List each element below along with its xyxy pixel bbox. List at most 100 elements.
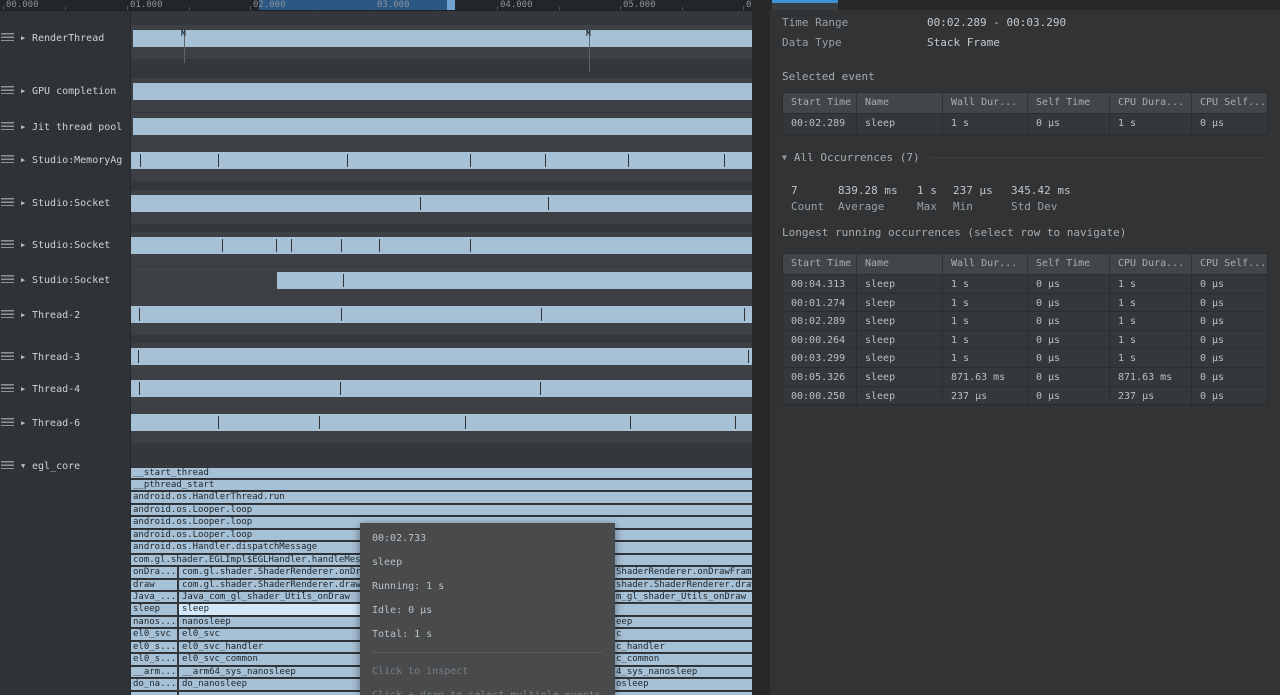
flame-frame[interactable]	[615, 691, 752, 695]
flame-frame[interactable]: ShaderRenderer.onDrawFrame	[615, 567, 752, 579]
table-row[interactable]: 00:03.299 sleep 1 s0 µs 1 s0 µs	[783, 348, 1267, 367]
expand-arrow-icon[interactable]: ▶	[21, 34, 30, 42]
thread-row-thread-6[interactable]: ▶ Thread-6	[0, 415, 130, 431]
table-row[interactable]: 00:02.289 sleep 1 s0 µs 1 s0 µs	[783, 113, 1267, 134]
flame-frame[interactable]: eep	[615, 616, 752, 629]
selection-handle[interactable]	[447, 0, 455, 10]
expand-arrow-icon[interactable]: ▶	[21, 156, 30, 164]
thread-row-studio-socket[interactable]: ▶ Studio:Socket	[0, 195, 130, 211]
expand-arrow-icon[interactable]: ▶	[21, 87, 30, 95]
flame-frame[interactable]: __arm...	[130, 666, 177, 679]
column-header[interactable]: CPU Self...	[1192, 254, 1267, 274]
thread-row-jit-thread-pool[interactable]: ▶ Jit thread pool	[0, 119, 130, 135]
thread-activity-bar[interactable]	[131, 195, 752, 212]
time-ruler[interactable]: 00.000 01.000 02.000 03.000 04.000 05.000 06.0	[0, 0, 752, 11]
flame-frame[interactable]: m_gl_shader_Utils_onDraw	[615, 592, 752, 604]
flame-frame[interactable]: android.os.HandlerThread.run	[130, 492, 752, 504]
thread-activity-bar[interactable]	[277, 272, 752, 289]
flame-frame[interactable]	[615, 604, 752, 616]
drag-handle-icon[interactable]	[1, 198, 14, 208]
thread-activity-bar[interactable]	[131, 348, 752, 365]
expand-arrow-icon[interactable]: ▶	[21, 123, 30, 131]
drag-handle-icon[interactable]	[1, 275, 14, 285]
drag-handle-icon[interactable]	[1, 122, 14, 132]
flame-frame[interactable]: el0_svc	[130, 629, 177, 641]
column-header[interactable]: Self Time	[1028, 93, 1110, 113]
drag-handle-icon[interactable]	[1, 310, 14, 320]
expand-arrow-icon[interactable]: ▶	[21, 385, 30, 393]
table-row[interactable]: 00:02.289 sleep 1 s0 µs 1 s0 µs	[783, 311, 1267, 330]
column-header[interactable]: Wall Dur...	[943, 254, 1028, 274]
thread-row-gpu-completion[interactable]: ▶ GPU completion	[0, 83, 130, 99]
occurrences-section-header[interactable]: ▼ All Occurrences (7)	[782, 151, 1266, 164]
drag-handle-icon[interactable]	[1, 86, 14, 96]
thread-activity-bar[interactable]	[133, 83, 752, 100]
flame-frame[interactable]: c_common	[615, 654, 752, 666]
column-header[interactable]: Self Time	[1028, 254, 1110, 274]
column-header[interactable]: Start Time	[783, 254, 857, 274]
collapse-triangle-icon[interactable]: ▼	[782, 153, 787, 162]
thread-activity-bar[interactable]	[131, 380, 752, 397]
column-header[interactable]: CPU Self...	[1192, 93, 1267, 113]
drag-handle-icon[interactable]	[1, 155, 14, 165]
flame-frame[interactable]: draw	[130, 579, 177, 591]
flame-frame[interactable]	[130, 691, 177, 695]
thread-activity-bar[interactable]	[133, 118, 752, 135]
thread-row-thread-4[interactable]: ▶ Thread-4	[0, 381, 130, 397]
flame-frame[interactable]: nanos...	[130, 616, 177, 629]
thread-activity-bar[interactable]	[133, 30, 752, 47]
column-header[interactable]: Start Time	[783, 93, 857, 113]
thread-row-studio-socket[interactable]: ▶ Studio:Socket	[0, 237, 130, 253]
column-header[interactable]: CPU Dura...	[1110, 254, 1192, 274]
flame-frame[interactable]: onDra...	[130, 567, 177, 579]
expand-arrow-icon[interactable]: ▶	[21, 276, 30, 284]
thread-row-thread-2[interactable]: ▶ Thread-2	[0, 307, 130, 323]
flame-frame[interactable]: shader.ShaderRenderer.draw	[615, 579, 752, 591]
drag-handle-icon[interactable]	[1, 418, 14, 428]
flame-frame[interactable]: sleep	[130, 604, 177, 616]
flame-frame[interactable]: __start_thread	[130, 467, 752, 479]
column-header[interactable]: Wall Dur...	[943, 93, 1028, 113]
expand-arrow-icon[interactable]: ▶	[21, 311, 30, 319]
thread-activity-bar[interactable]	[131, 152, 752, 169]
expand-arrow-icon[interactable]: ▶	[21, 353, 30, 361]
table-row[interactable]: 00:00.250 sleep 237 µs 0 µs 237 µs 0 µs	[783, 385, 1267, 405]
drag-handle-icon[interactable]	[1, 461, 14, 471]
drag-handle-icon[interactable]	[1, 384, 14, 394]
flame-frame[interactable]: c_handler	[615, 641, 752, 654]
table-row[interactable]: 00:00.264 sleep 1 s0 µs 1 s0 µs	[783, 329, 1267, 349]
column-header[interactable]: Name	[857, 254, 943, 274]
thread-row-studio-memoryag[interactable]: ▶ Studio:MemoryAg	[0, 152, 130, 168]
flame-frame[interactable]: osleep	[615, 679, 752, 691]
expand-arrow-icon[interactable]: ▶	[21, 241, 30, 249]
flame-frame[interactable]: el0_s...	[130, 641, 177, 654]
column-header[interactable]: CPU Dura...	[1110, 93, 1192, 113]
collapse-arrow-icon[interactable]: ▼	[21, 462, 30, 470]
thread-activity-bar[interactable]	[131, 237, 752, 254]
expand-arrow-icon[interactable]: ▶	[21, 199, 30, 207]
drag-handle-icon[interactable]	[1, 352, 14, 362]
table-row[interactable]: 00:05.326 sleep 871.63 ms 0 µs 871.63 ms 0 µs	[783, 366, 1267, 386]
flame-frame[interactable]: 4_sys_nanosleep	[615, 666, 752, 679]
thread-activity-bar[interactable]	[131, 306, 752, 323]
drag-handle-icon[interactable]	[1, 33, 14, 43]
thread-row-studio-socket[interactable]: ▶ Studio:Socket	[0, 272, 130, 288]
thread-activity-bar[interactable]	[131, 414, 752, 431]
thread-row-egl-core[interactable]: ▼ egl_core	[0, 458, 130, 474]
flame-frame[interactable]: el0_s...	[130, 654, 177, 666]
trace-marker-icon[interactable]: M	[586, 30, 591, 38]
trace-marker-icon[interactable]: M	[181, 30, 186, 38]
column-header[interactable]: Name	[857, 93, 943, 113]
drag-handle-icon[interactable]	[1, 240, 14, 250]
table-row[interactable]: 00:04.313 sleep 1 s0 µs 1 s0 µs	[783, 274, 1267, 293]
thread-row-thread-3[interactable]: ▶ Thread-3	[0, 349, 130, 365]
table-row[interactable]: 00:01.274 sleep 1 s0 µs 1 s0 µs	[783, 292, 1267, 312]
thread-row-renderthread[interactable]: ▶ RenderThread	[0, 30, 130, 46]
expand-arrow-icon[interactable]: ▶	[21, 419, 30, 427]
flame-frame[interactable]: Java_...	[130, 592, 177, 604]
flame-frame[interactable]: c	[615, 629, 752, 641]
flame-frame[interactable]: android.os.Looper.loop	[130, 504, 752, 517]
flame-frame[interactable]: __pthread_start	[130, 479, 752, 492]
flame-frame[interactable]: do_na...	[130, 679, 177, 691]
ruler-selection-range[interactable]	[259, 0, 455, 10]
